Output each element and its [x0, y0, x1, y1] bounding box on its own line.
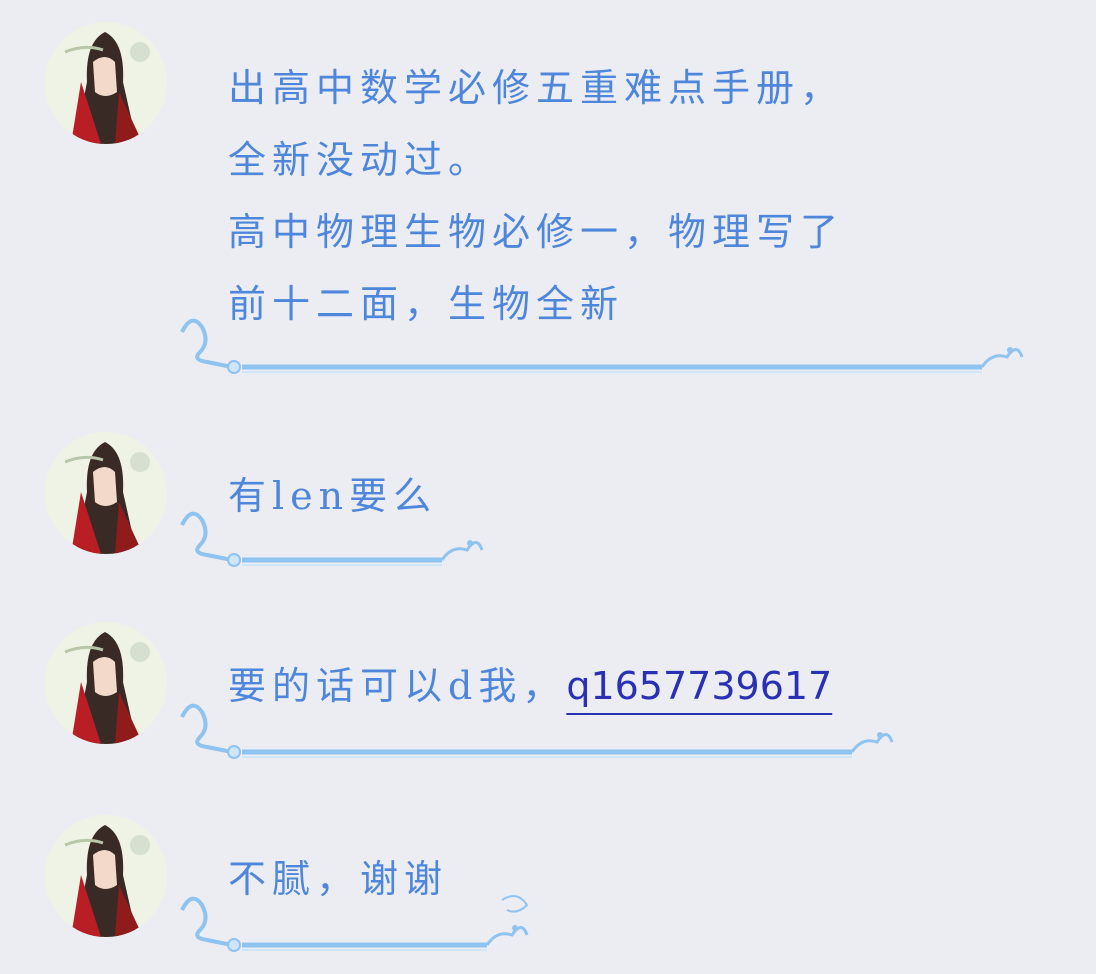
chat-screen: { "messages": [ { "lines": ["出高中数学必修五重难点…	[0, 0, 1096, 974]
user-avatar[interactable]	[45, 432, 167, 554]
message-text: 出高中数学必修五重难点手册， 全新没动过。 高中物理生物必修一，物理写了 前十二…	[228, 52, 844, 340]
message-line: 出高中数学必修五重难点手册，	[228, 66, 845, 110]
bubble-decoration-icon	[172, 505, 492, 575]
message-line: 高中物理生物必修一，物理写了	[228, 210, 845, 254]
user-avatar[interactable]	[45, 622, 167, 744]
bubble-decoration-icon	[172, 312, 1032, 382]
avatar-icon	[45, 815, 167, 937]
avatar-icon	[45, 22, 167, 144]
user-avatar[interactable]	[45, 815, 167, 937]
user-avatar[interactable]	[45, 22, 167, 144]
avatar-icon	[45, 432, 167, 554]
bubble-decoration-icon	[172, 890, 542, 960]
message-line: 全新没动过。	[228, 138, 493, 182]
bubble-decoration-icon	[172, 697, 902, 767]
avatar-icon	[45, 622, 167, 744]
